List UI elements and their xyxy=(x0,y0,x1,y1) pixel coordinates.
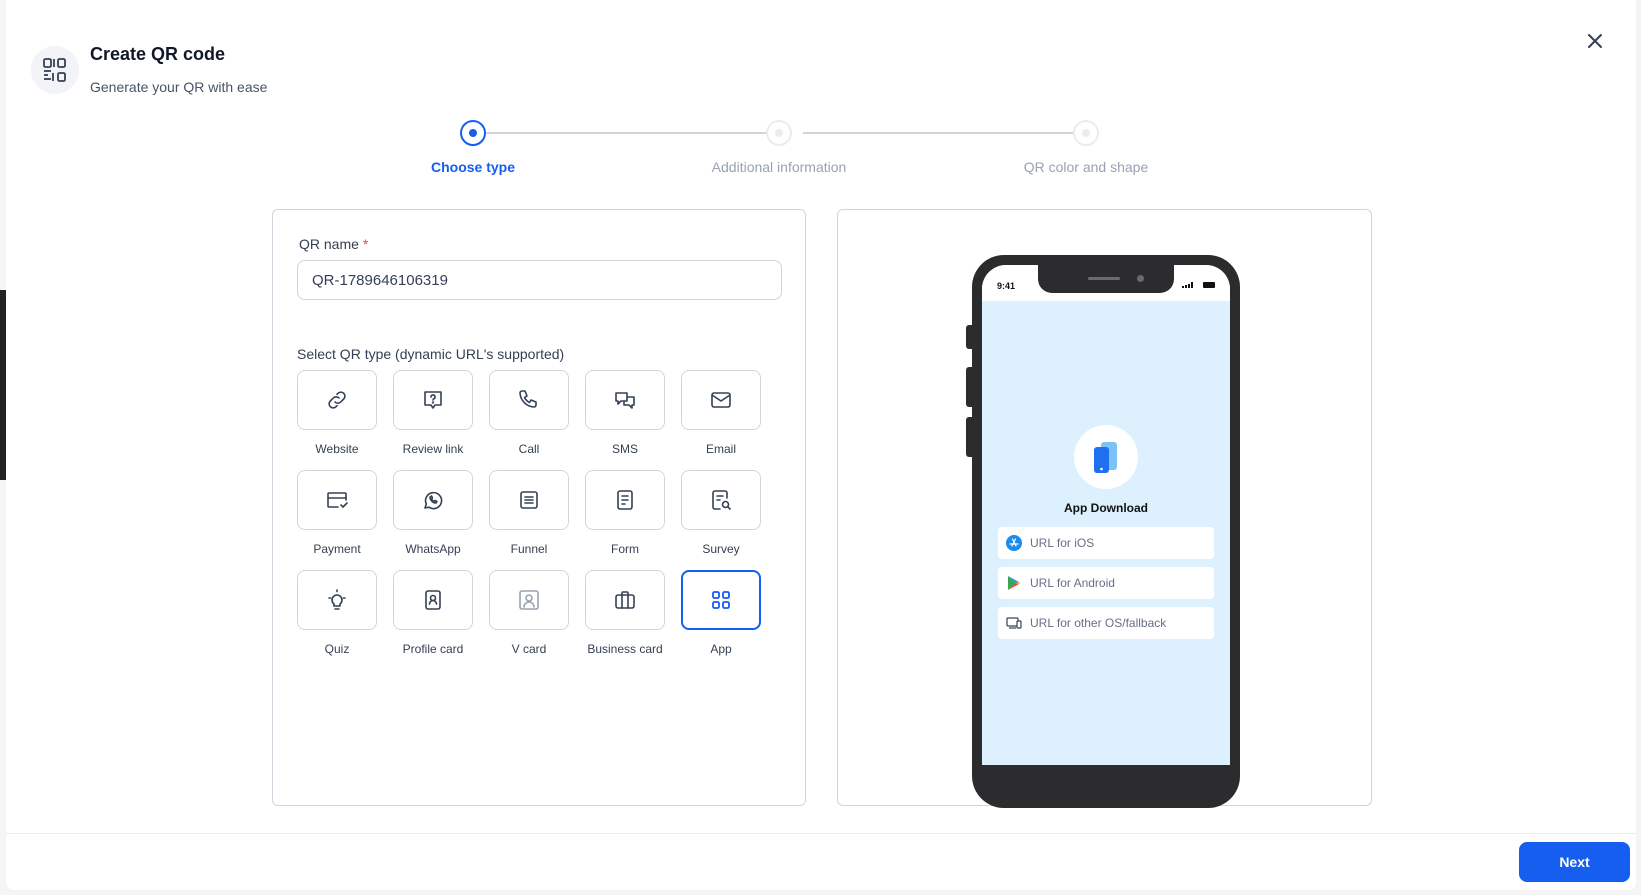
phone-screen: 9:41 App Download URL for iOS URL for An… xyxy=(982,265,1230,765)
qr-type-whatsapp[interactable]: WhatsApp xyxy=(393,470,473,556)
url-fallback-label: URL for other OS/fallback xyxy=(1030,616,1167,630)
qr-type-label: Review link xyxy=(402,442,464,456)
qr-type-label: SMS xyxy=(611,442,638,456)
qr-type-form[interactable]: Form xyxy=(585,470,665,556)
qr-type-label: Quiz xyxy=(324,642,350,656)
step-label-additional-information: Additional information xyxy=(711,159,847,175)
step-connector xyxy=(486,132,776,134)
link-icon xyxy=(328,391,346,409)
step-indicator-choose-type xyxy=(460,120,486,146)
qr-name-label: QR name * xyxy=(299,236,369,252)
vcard-icon xyxy=(519,590,539,610)
profile-card-icon xyxy=(425,590,441,610)
url-android-field: URL for Android xyxy=(998,567,1214,599)
step-indicator-qr-color-and-shape xyxy=(1073,120,1099,146)
qr-type-funnel[interactable]: Funnel xyxy=(489,470,569,556)
qr-type-label: Call xyxy=(518,442,540,456)
signal-icon xyxy=(1182,282,1193,288)
create-qr-modal: Create QR code Generate your QR with eas… xyxy=(6,0,1636,890)
qr-type-call[interactable]: Call xyxy=(489,370,569,456)
phone-icon xyxy=(519,390,537,408)
required-indicator: * xyxy=(362,236,369,252)
app-store-icon xyxy=(1006,535,1022,551)
qr-type-label: App xyxy=(710,642,732,656)
close-icon xyxy=(1588,34,1602,48)
lightbulb-icon xyxy=(328,589,346,610)
qr-type-business-card[interactable]: Business card xyxy=(585,570,665,656)
mail-icon xyxy=(711,392,731,408)
step-label-qr-color-and-shape: QR color and shape xyxy=(1023,159,1149,175)
qr-type-label: WhatsApp xyxy=(405,542,461,556)
qr-code-icon xyxy=(31,46,79,94)
battery-icon xyxy=(1203,282,1215,288)
app-download-icon xyxy=(1074,425,1138,489)
phone-notch xyxy=(1038,265,1174,293)
qr-type-quiz[interactable]: Quiz xyxy=(297,570,377,656)
funnel-icon xyxy=(520,491,538,509)
phone-side-button xyxy=(966,325,972,349)
chat-icon xyxy=(615,392,635,409)
survey-icon xyxy=(712,490,731,510)
qr-type-website[interactable]: Website xyxy=(297,370,377,456)
whatsapp-icon xyxy=(424,491,443,510)
modal-title: Create QR code xyxy=(90,44,226,64)
mobile-app-icon xyxy=(1094,442,1117,473)
qr-type-survey[interactable]: Survey xyxy=(681,470,761,556)
phone-side-button xyxy=(966,417,972,457)
qr-type-section-label: Select QR type (dynamic URL's supported) xyxy=(297,346,565,362)
qr-type-app[interactable]: App xyxy=(681,570,761,656)
qr-type-label: Payment xyxy=(313,542,361,556)
step-indicator-additional-information xyxy=(766,120,792,146)
qr-type-label: Profile card xyxy=(402,642,464,656)
phone-side-button xyxy=(966,367,972,407)
payment-card-icon xyxy=(327,492,348,508)
play-store-icon xyxy=(1008,576,1020,590)
qr-type-label: V card xyxy=(511,642,547,656)
qr-type-email[interactable]: Email xyxy=(681,370,761,456)
qr-type-label: Survey xyxy=(702,542,740,556)
qr-type-sms[interactable]: SMS xyxy=(585,370,665,456)
status-time: 9:41 xyxy=(997,281,1016,291)
stepper: Choose type Additional information QR co… xyxy=(6,118,1636,178)
qr-type-label: Form xyxy=(611,542,639,556)
devices-icon xyxy=(1006,617,1022,629)
footer-divider xyxy=(6,833,1636,834)
close-button[interactable] xyxy=(1581,27,1609,55)
phone-mockup: 9:41 App Download URL for iOS URL for An… xyxy=(966,255,1240,808)
review-icon xyxy=(424,391,442,409)
step-connector xyxy=(803,132,1093,134)
qr-type-payment[interactable]: Payment xyxy=(297,470,377,556)
briefcase-icon xyxy=(615,591,635,609)
qr-type-grid: Website Review link Call SMS Email Payme… xyxy=(297,370,761,656)
preview-card: 9:41 App Download URL for iOS URL for An… xyxy=(837,209,1372,808)
qr-type-label: Website xyxy=(315,442,359,456)
qr-type-form-card: QR name* Select QR type (dynamic URL's s… xyxy=(272,209,806,806)
qr-name-input[interactable] xyxy=(297,260,782,300)
qr-type-label: Business card xyxy=(587,642,663,656)
url-android-label: URL for Android xyxy=(1030,576,1115,590)
modal-subtitle: Generate your QR with ease xyxy=(90,79,268,95)
qr-type-label: Funnel xyxy=(510,542,548,556)
url-ios-label: URL for iOS xyxy=(1030,536,1095,550)
qr-type-v-card[interactable]: V card xyxy=(489,570,569,656)
grid-icon xyxy=(712,591,730,609)
next-button[interactable]: Next xyxy=(1519,842,1630,882)
url-ios-field: URL for iOS xyxy=(998,527,1214,559)
qr-type-review-link[interactable]: Review link xyxy=(393,370,473,456)
form-icon xyxy=(617,490,633,510)
app-download-title: App Download xyxy=(1064,501,1148,515)
step-label-choose-type: Choose type xyxy=(430,159,516,175)
url-fallback-field: URL for other OS/fallback xyxy=(998,607,1214,639)
qr-type-profile-card[interactable]: Profile card xyxy=(393,570,473,656)
qr-type-label: Email xyxy=(705,442,736,456)
